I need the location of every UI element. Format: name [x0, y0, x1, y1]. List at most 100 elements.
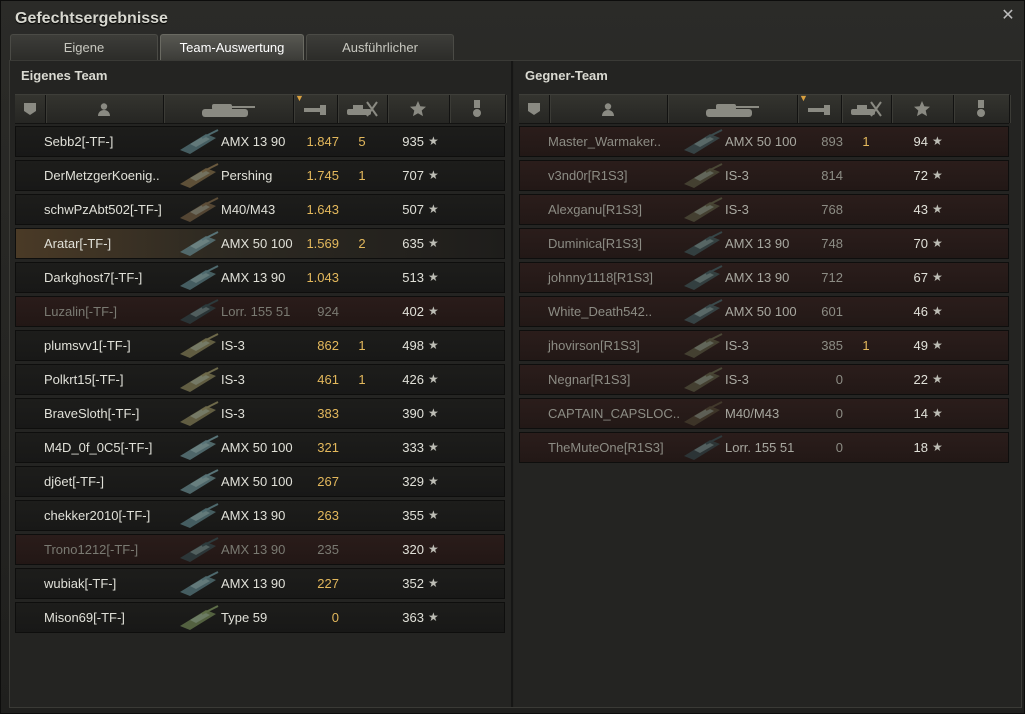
close-icon[interactable]: ✕ [1000, 8, 1016, 24]
player-row[interactable]: jhovirson[R1S3] IS-3 385 1 49 ★ [519, 330, 1009, 361]
enemy-team-title: Gegner-Team [525, 68, 608, 83]
player-row[interactable]: dj6et[-TF-] AMX 50 100 267 329 ★ [15, 466, 505, 497]
player-row[interactable]: Sebb2[-TF-] AMX 13 90 1.847 5 935 ★ [15, 126, 505, 157]
header-medal-icon[interactable] [953, 95, 1010, 123]
player-row[interactable]: chekker2010[-TF-] AMX 13 90 263 355 ★ [15, 500, 505, 531]
xp-value: 707 [402, 168, 424, 183]
xp-value: 49 [913, 338, 928, 353]
xp-value: 14 [913, 406, 928, 421]
damage-value: 768 [821, 202, 843, 217]
tank-name: IS-3 [221, 406, 245, 421]
tab-bar: Eigene Auswertung Team-Auswertung Ausfüh… [10, 34, 456, 81]
tank-icon [176, 162, 220, 190]
damage-value: 263 [317, 508, 339, 523]
star-icon: ★ [932, 372, 943, 386]
star-icon: ★ [428, 406, 439, 420]
player-row[interactable]: Duminica[R1S3] AMX 13 90 748 70 ★ [519, 228, 1009, 259]
header-damage-icon[interactable]: ▼ [293, 93, 338, 123]
player-row[interactable]: Polkrt15[-TF-] IS-3 461 1 426 ★ [15, 364, 505, 395]
tank-name: Type 59 [221, 610, 268, 625]
player-row[interactable]: Alexganu[R1S3] IS-3 768 43 ★ [519, 194, 1009, 225]
player-row[interactable]: TheMuteOne[R1S3] Lorr. 155 51 0 18 ★ [519, 432, 1009, 463]
star-icon: ★ [428, 134, 439, 148]
header-tank-icon[interactable] [667, 95, 798, 123]
tab-ausfuehrlicher-bericht[interactable]: Ausführlicher Bericht [306, 34, 454, 81]
star-icon: ★ [932, 134, 943, 148]
player-row[interactable]: Negnar[R1S3] IS-3 0 22 ★ [519, 364, 1009, 395]
player-row[interactable]: schwPzAbt502[-TF-] M40/M43 1.643 507 ★ [15, 194, 505, 225]
xp-value: 635 [402, 236, 424, 251]
tank-icon [176, 264, 220, 292]
player-row[interactable]: BraveSloth[-TF-] IS-3 383 390 ★ [15, 398, 505, 429]
player-row[interactable]: CAPTAIN_CAPSLOC.. M40/M43 0 14 ★ [519, 398, 1009, 429]
player-row[interactable]: M4D_0f_0C5[-TF-] AMX 50 100 321 333 ★ [15, 432, 505, 463]
player-name: johnny1118[R1S3] [548, 270, 654, 285]
damage-value: 1.643 [306, 202, 339, 217]
player-row[interactable]: Trono1212[-TF-] AMX 13 90 235 320 ★ [15, 534, 505, 565]
xp-value: 935 [402, 134, 424, 149]
damage-value: 1.847 [306, 134, 339, 149]
tank-name: IS-3 [725, 338, 749, 353]
own-team-rows: Sebb2[-TF-] AMX 13 90 1.847 5 935 ★ DerMetzger… [15, 126, 505, 636]
player-row[interactable]: DerMetzgerKoenig.. Pershing 1.745 1 707 ★ [15, 160, 505, 191]
header-xp-icon[interactable] [387, 95, 450, 123]
tab-team-auswertung[interactable]: Team-Auswertung [160, 34, 304, 60]
xp-value: 46 [913, 304, 928, 319]
battle-results-window: Gefechtsergebnisse ✕ Eigene Auswertung T… [0, 0, 1025, 714]
star-icon: ★ [932, 440, 943, 454]
xp-value: 507 [402, 202, 424, 217]
header-rank-icon[interactable] [15, 95, 46, 123]
player-name: plumsvv1[-TF-] [44, 338, 131, 353]
damage-value: 1.043 [306, 270, 339, 285]
header-frags-icon[interactable] [841, 95, 892, 123]
enemy-team-panel: Gegner-Team ▼ Master_Warmaker.. AMX 50 10… [514, 61, 1021, 707]
header-damage-icon[interactable]: ▼ [797, 93, 842, 123]
tank-icon [680, 264, 724, 292]
player-row[interactable]: Luzalin[-TF-] Lorr. 155 51 924 402 ★ [15, 296, 505, 327]
xp-value: 67 [913, 270, 928, 285]
frags-value: 2 [358, 236, 366, 251]
tank-icon [176, 196, 220, 224]
player-name: Master_Warmaker.. [548, 134, 661, 149]
tank-icon [176, 468, 220, 496]
star-icon: ★ [428, 202, 439, 216]
xp-value: 513 [402, 270, 424, 285]
header-player-icon[interactable] [549, 95, 668, 123]
xp-value: 94 [913, 134, 928, 149]
player-row[interactable]: johnny1118[R1S3] AMX 13 90 712 67 ★ [519, 262, 1009, 293]
header-player-icon[interactable] [45, 95, 164, 123]
player-row[interactable]: wubiak[-TF-] AMX 13 90 227 352 ★ [15, 568, 505, 599]
player-row[interactable]: Master_Warmaker.. AMX 50 100 893 1 94 ★ [519, 126, 1009, 157]
star-icon: ★ [428, 610, 439, 624]
star-icon: ★ [932, 202, 943, 216]
damage-value: 893 [821, 134, 843, 149]
player-row[interactable]: plumsvv1[-TF-] IS-3 862 1 498 ★ [15, 330, 505, 361]
player-name: Duminica[R1S3] [548, 236, 642, 251]
player-row[interactable]: White_Death542.. AMX 50 100 601 46 ★ [519, 296, 1009, 327]
header-xp-icon[interactable] [891, 95, 954, 123]
star-icon: ★ [428, 474, 439, 488]
header-tank-icon[interactable] [163, 95, 294, 123]
xp-value: 329 [402, 474, 424, 489]
tank-name: IS-3 [725, 372, 749, 387]
xp-value: 18 [913, 440, 928, 455]
tank-icon [176, 298, 220, 326]
player-row[interactable]: v3nd0r[R1S3] IS-3 814 72 ★ [519, 160, 1009, 191]
player-row[interactable]: Darkghost7[-TF-] AMX 13 90 1.043 513 ★ [15, 262, 505, 293]
tank-icon [680, 332, 724, 360]
star-icon: ★ [428, 338, 439, 352]
tank-icon [176, 400, 220, 428]
enemy-team-header: ▼ [519, 93, 1010, 124]
player-row[interactable]: Aratar[-TF-] AMX 50 100 1.569 2 635 ★ [15, 228, 505, 259]
header-frags-icon[interactable] [337, 95, 388, 123]
star-icon: ★ [428, 440, 439, 454]
header-medal-icon[interactable] [449, 95, 506, 123]
header-rank-icon[interactable] [519, 95, 550, 123]
tank-icon [176, 230, 220, 258]
tank-icon [176, 502, 220, 530]
damage-value: 383 [317, 406, 339, 421]
star-icon: ★ [428, 508, 439, 522]
player-row[interactable]: Mison69[-TF-] Type 59 0 363 ★ [15, 602, 505, 633]
star-icon: ★ [932, 270, 943, 284]
tab-eigene-auswertung[interactable]: Eigene Auswertung [10, 34, 158, 81]
